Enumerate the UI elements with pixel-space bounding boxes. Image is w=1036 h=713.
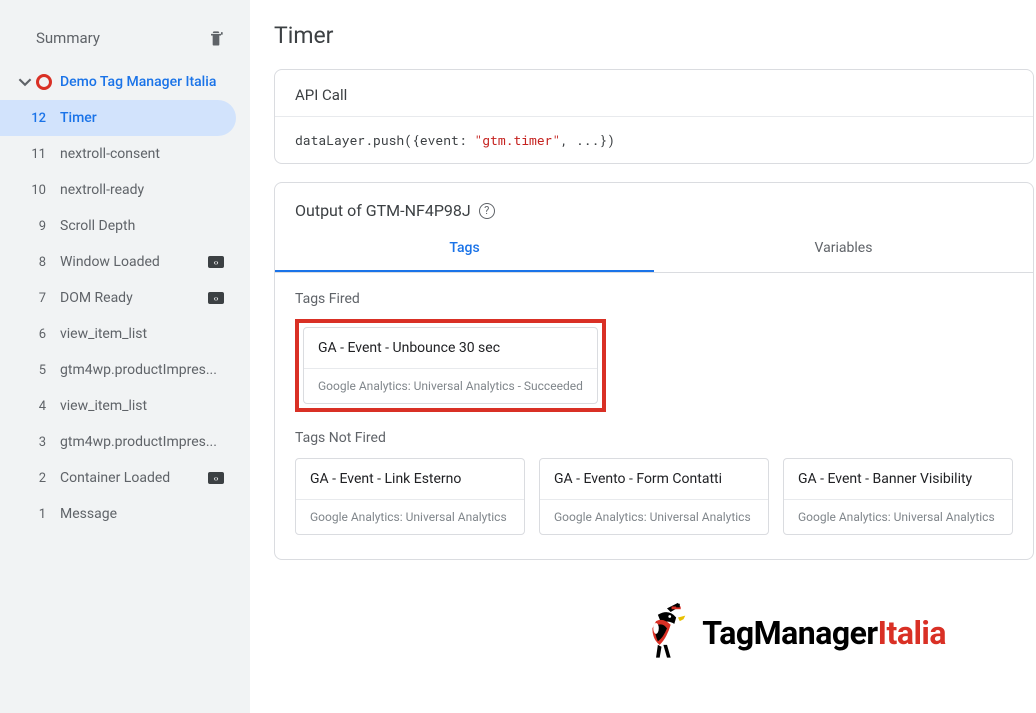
event-num: 1 xyxy=(18,507,46,522)
trash-icon[interactable] xyxy=(206,28,226,48)
tag-sub: Google Analytics: Universal Analytics xyxy=(296,499,524,534)
tag-card[interactable]: GA - Event - Link EsternoGoogle Analytic… xyxy=(295,458,525,535)
output-card: Output of GTM-NF4P98J ? Tags Variables T… xyxy=(274,182,1034,560)
event-label: Container Loaded xyxy=(60,470,202,486)
tabs: Tags Variables xyxy=(275,226,1033,273)
tag-card[interactable]: GA - Event - Banner VisibilityGoogle Ana… xyxy=(783,458,1013,535)
tab-variables[interactable]: Variables xyxy=(654,226,1033,272)
event-item[interactable]: 4 view_item_list xyxy=(0,388,236,424)
fired-label: Tags Fired xyxy=(295,291,1013,307)
output-header: Output of GTM-NF4P98J ? xyxy=(275,183,1033,226)
highlight-box: GA - Event - Unbounce 30 sec Google Anal… xyxy=(295,319,606,412)
code-icon: ‹› xyxy=(208,256,224,268)
event-label: view_item_list xyxy=(60,398,224,414)
page-title: Timer xyxy=(274,22,1034,49)
event-num: 10 xyxy=(18,183,46,198)
event-label: gtm4wp.productImpres... xyxy=(60,434,224,450)
tag-sub: Google Analytics: Universal Analytics xyxy=(784,499,1012,534)
tag-title: GA - Event - Link Esterno xyxy=(296,459,524,499)
chevron-down-icon xyxy=(18,75,32,89)
event-num: 8 xyxy=(18,255,46,270)
tab-content: Tags Fired GA - Event - Unbounce 30 sec … xyxy=(275,273,1033,559)
event-item[interactable]: 9 Scroll Depth xyxy=(0,208,236,244)
event-label: Message xyxy=(60,506,224,522)
event-label: nextroll-consent xyxy=(60,146,224,162)
tag-sub: Google Analytics: Universal Analytics - … xyxy=(304,368,597,403)
event-item[interactable]: 1 Message xyxy=(0,496,236,532)
not-fired-label: Tags Not Fired xyxy=(295,430,1013,446)
event-item[interactable]: 2 Container Loaded ‹› xyxy=(0,460,236,496)
not-fired-row: GA - Event - Link EsternoGoogle Analytic… xyxy=(295,458,1013,535)
event-item[interactable]: 6 view_item_list xyxy=(0,316,236,352)
event-num: 4 xyxy=(18,399,46,414)
tab-tags[interactable]: Tags xyxy=(275,226,654,272)
container-row[interactable]: Demo Tag Manager Italia xyxy=(0,68,250,96)
event-label: Timer xyxy=(60,110,224,126)
event-item[interactable]: 8 Window Loaded ‹› xyxy=(0,244,236,280)
event-num: 5 xyxy=(18,363,46,378)
summary-title[interactable]: Summary xyxy=(36,29,100,47)
brand-logo: TagManagerItalia xyxy=(638,601,946,665)
event-item[interactable]: 12 Timer xyxy=(0,100,236,136)
event-label: Window Loaded xyxy=(60,254,202,270)
tag-title: GA - Event - Banner Visibility xyxy=(784,459,1012,499)
tag-sub: Google Analytics: Universal Analytics xyxy=(540,499,768,534)
event-list: 12Timer11nextroll-consent10nextroll-read… xyxy=(0,100,250,532)
api-call-label: API Call xyxy=(275,70,1033,116)
summary-header: Summary xyxy=(0,0,250,68)
event-item[interactable]: 7 DOM Ready ‹› xyxy=(0,280,236,316)
event-item[interactable]: 10 nextroll-ready xyxy=(0,172,236,208)
event-num: 6 xyxy=(18,327,46,342)
event-item[interactable]: 11 nextroll-consent xyxy=(0,136,236,172)
event-label: DOM Ready xyxy=(60,290,202,306)
sidebar: Summary Demo Tag Manager Italia 12Timer1… xyxy=(0,0,250,713)
event-num: 12 xyxy=(18,111,46,126)
help-icon[interactable]: ? xyxy=(479,203,495,219)
api-call-code: dataLayer.push({event: "gtm.timer", ...}… xyxy=(275,116,1033,163)
event-item[interactable]: 3 gtm4wp.productImpres... xyxy=(0,424,236,460)
container-icon xyxy=(36,74,52,90)
brand-text: TagManagerItalia xyxy=(702,614,946,652)
output-title: Output of GTM-NF4P98J xyxy=(295,201,471,220)
api-call-card: API Call dataLayer.push({event: "gtm.tim… xyxy=(274,69,1034,164)
tag-title: GA - Evento - Form Contatti xyxy=(540,459,768,499)
event-label: gtm4wp.productImpres... xyxy=(60,362,224,378)
code-icon: ‹› xyxy=(208,292,224,304)
tag-title: GA - Event - Unbounce 30 sec xyxy=(304,328,597,368)
event-num: 7 xyxy=(18,291,46,306)
container-name: Demo Tag Manager Italia xyxy=(60,74,216,90)
event-num: 2 xyxy=(18,471,46,486)
event-label: Scroll Depth xyxy=(60,218,224,234)
event-num: 3 xyxy=(18,435,46,450)
event-label: nextroll-ready xyxy=(60,182,224,198)
code-icon: ‹› xyxy=(208,472,224,484)
tag-card[interactable]: GA - Evento - Form ContattiGoogle Analyt… xyxy=(539,458,769,535)
event-num: 9 xyxy=(18,219,46,234)
bird-icon xyxy=(638,601,696,665)
tag-card-fired[interactable]: GA - Event - Unbounce 30 sec Google Anal… xyxy=(303,327,598,404)
event-label: view_item_list xyxy=(60,326,224,342)
event-item[interactable]: 5 gtm4wp.productImpres... xyxy=(0,352,236,388)
event-num: 11 xyxy=(18,147,46,162)
